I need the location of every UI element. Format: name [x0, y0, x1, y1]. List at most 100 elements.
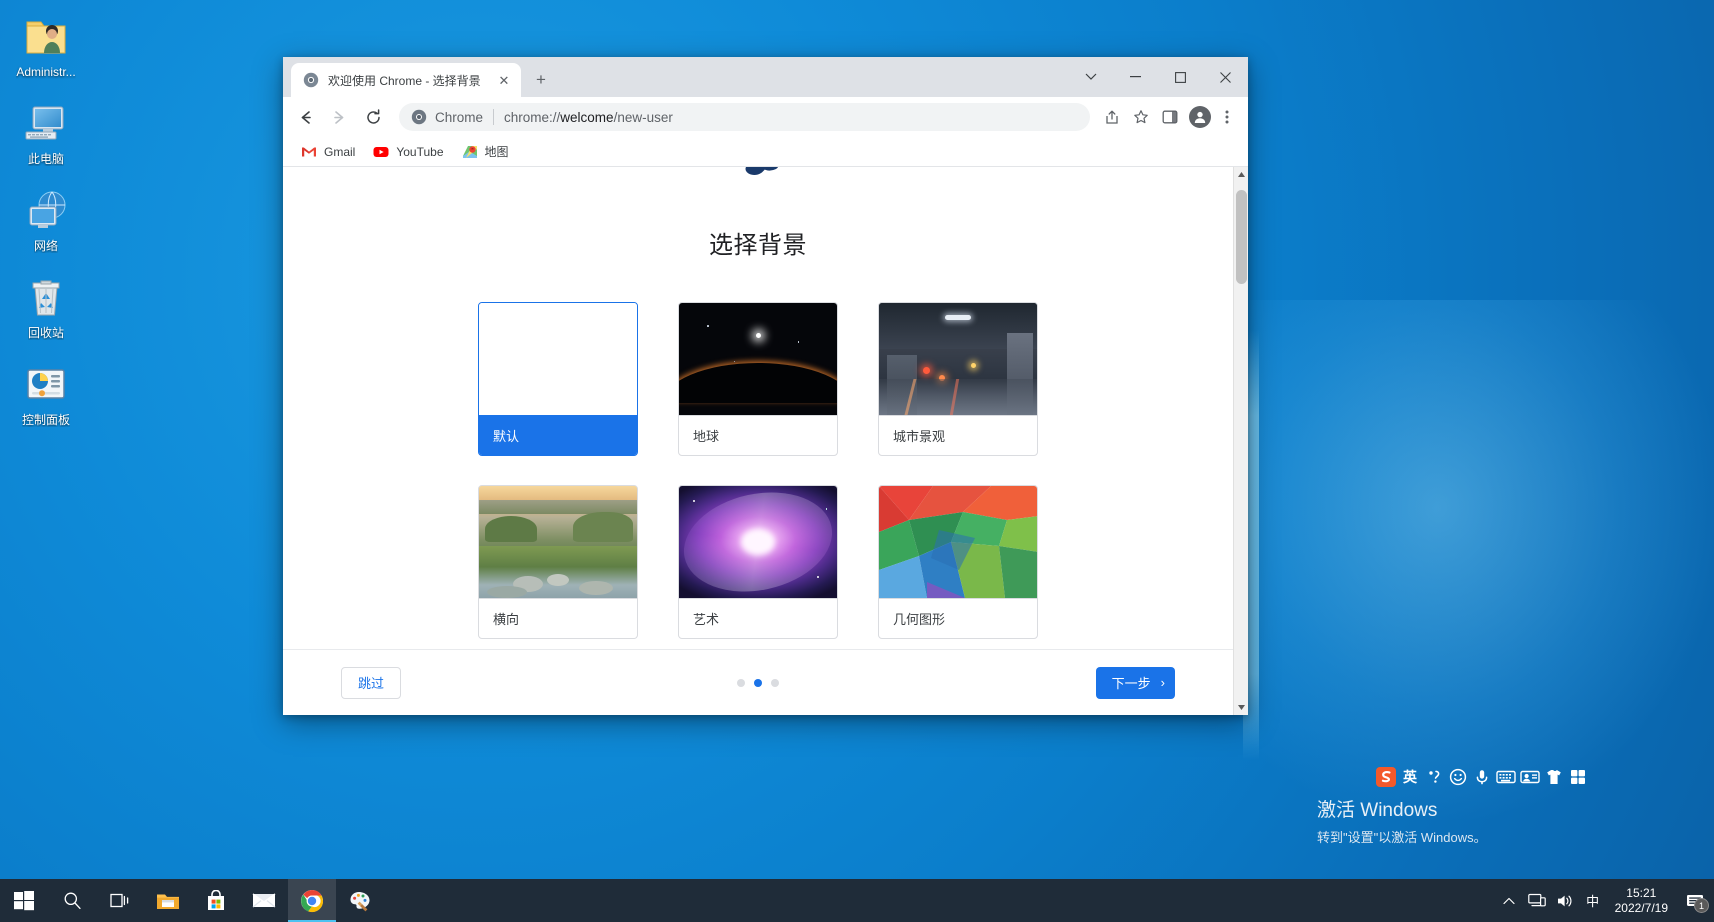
taskbar-item-chrome[interactable] [288, 879, 336, 922]
mail-icon[interactable] [240, 879, 288, 922]
bookmark-maps[interactable]: 地图 [454, 140, 517, 163]
background-thumbnail-geometric [879, 486, 1037, 598]
new-tab-button[interactable]: + [527, 66, 555, 94]
background-card-default[interactable]: 默认 [478, 302, 638, 456]
emoji-icon[interactable] [1447, 766, 1469, 788]
task-view-icon[interactable] [96, 879, 144, 922]
forward-button[interactable] [325, 103, 353, 131]
omnibox-url-text: chrome://welcome/new-user [504, 109, 673, 125]
welcome-page-content: 选择背景 默认 地球 城市景观 横向 艺术 几何图形 跳过 下一步 › [283, 167, 1233, 715]
next-button-label: 下一步 [1111, 676, 1151, 691]
step-dot-2[interactable] [754, 678, 762, 687]
skip-button[interactable]: 跳过 [341, 666, 402, 699]
english-mode-icon[interactable]: 英 [1399, 766, 1421, 788]
desktop-icon-label: 回收站 [27, 326, 64, 340]
file-explorer-icon[interactable] [144, 879, 192, 922]
ime-tray-indicator[interactable]: 中 [1579, 879, 1607, 922]
background-card-landscape[interactable]: 横向 [478, 485, 638, 639]
browser-toolbar: Chrome chrome://welcome/new-user [283, 97, 1248, 137]
step-dot-1[interactable] [737, 678, 745, 687]
reload-button[interactable] [359, 103, 387, 131]
minimize-button[interactable] [1113, 61, 1158, 93]
background-card-earth[interactable]: 地球 [678, 302, 838, 456]
page-viewport: 选择背景 默认 地球 城市景观 横向 艺术 几何图形 跳过 下一步 › [283, 167, 1248, 715]
show-hidden-icons-button[interactable] [1495, 879, 1523, 922]
tab-search-icon[interactable] [1068, 61, 1113, 93]
windows-taskbar: 中 15:21 2022/7/19 1 [0, 879, 1714, 922]
desktop-glow [1250, 300, 1714, 820]
bookmark-gmail[interactable]: Gmail [293, 141, 363, 163]
user-dictionary-icon[interactable] [1519, 766, 1541, 788]
browser-tab[interactable]: 欢迎使用 Chrome - 选择背景 ✕ [291, 63, 521, 97]
scroll-up-arrow-icon[interactable] [1234, 167, 1249, 182]
notification-badge: 1 [1694, 898, 1709, 913]
next-button[interactable]: 下一步 › [1095, 666, 1175, 699]
desktop-icon-label: 此电脑 [27, 152, 64, 166]
background-card-geometric[interactable]: 几何图形 [878, 485, 1038, 639]
bookmark-youtube[interactable]: YouTube [365, 141, 451, 163]
desktop-icon-recycle-bin[interactable]: 回收站 [0, 267, 92, 344]
side-panel-icon[interactable] [1157, 104, 1183, 130]
gmail-icon [301, 144, 317, 160]
profile-avatar-icon[interactable] [1189, 106, 1211, 128]
watermark-title: 激活 Windows [1317, 800, 1438, 821]
omnibox-chrome-label: Chrome [435, 109, 484, 125]
desktop-icon-administrator[interactable]: Administr... [0, 6, 92, 83]
background-card-cityscape[interactable]: 城市景观 [878, 302, 1038, 456]
scrollbar-track[interactable] [1234, 182, 1249, 700]
share-icon[interactable] [1099, 104, 1125, 130]
taskbar-clock[interactable]: 15:21 2022/7/19 [1607, 879, 1680, 922]
maximize-button[interactable] [1158, 61, 1203, 93]
clock-date: 2022/7/19 [1614, 900, 1668, 915]
desktop-icon-control-panel[interactable]: 控制面板 [0, 354, 92, 431]
sogou-logo-icon[interactable] [1375, 766, 1397, 788]
soft-keyboard-icon[interactable] [1495, 766, 1517, 788]
search-icon[interactable] [48, 879, 96, 922]
desktop-icon-network[interactable]: 网络 [0, 180, 92, 257]
desktop-icon-this-pc[interactable]: 此电脑 [0, 93, 92, 170]
desktop-icon-label: 网络 [33, 239, 58, 253]
hero-graphic-clip [283, 167, 1233, 193]
google-maps-icon [462, 144, 478, 160]
desktop-icon-list: Administr... 此电脑 网络 回收站 控制面板 [0, 6, 92, 441]
watermark-subtitle: 转到"设置"以激活 Windows。 [1317, 830, 1487, 845]
omnibox-divider [493, 109, 495, 125]
background-thumbnail-art [679, 486, 837, 598]
network-icon [22, 186, 70, 234]
control-panel-icon [22, 360, 70, 408]
three-dot-menu-icon[interactable] [1214, 104, 1240, 130]
user-folder-icon [22, 12, 70, 60]
network-tray-icon[interactable] [1523, 879, 1551, 922]
page-scrollbar[interactable] [1233, 167, 1248, 715]
scroll-down-arrow-icon[interactable] [1234, 700, 1249, 715]
voice-input-icon[interactable] [1471, 766, 1493, 788]
address-bar[interactable]: Chrome chrome://welcome/new-user [399, 103, 1090, 131]
paint-3d-icon[interactable] [336, 879, 384, 922]
recycle-bin-icon [22, 273, 70, 321]
start-button[interactable] [0, 879, 48, 922]
close-icon[interactable]: ✕ [495, 71, 513, 89]
notification-center-button[interactable]: 1 [1680, 879, 1710, 922]
skin-icon[interactable] [1543, 766, 1565, 788]
ime-tray-label: 中 [1586, 894, 1600, 909]
step-dot-3[interactable] [771, 678, 779, 687]
punctuation-icon[interactable] [1423, 766, 1445, 788]
close-button[interactable] [1203, 61, 1248, 93]
bookmark-label: 地图 [484, 145, 509, 159]
toolbox-icon[interactable] [1567, 766, 1589, 788]
this-pc-icon [22, 99, 70, 147]
step-indicator-dots [283, 678, 1233, 687]
scrollbar-thumb[interactable] [1235, 190, 1247, 284]
tab-strip: 欢迎使用 Chrome - 选择背景 ✕ + [283, 57, 1248, 97]
background-card-art[interactable]: 艺术 [678, 485, 838, 639]
background-label: 默认 [479, 415, 637, 455]
background-thumbnail-cityscape [879, 303, 1037, 415]
star-icon[interactable] [1128, 104, 1154, 130]
background-label: 地球 [679, 415, 837, 455]
microsoft-store-icon[interactable] [192, 879, 240, 922]
back-button[interactable] [291, 103, 319, 131]
volume-icon[interactable] [1551, 879, 1579, 922]
bookmark-label: Gmail [324, 144, 356, 159]
chrome-browser-window: 欢迎使用 Chrome - 选择背景 ✕ + Chrome chrome://w… [283, 57, 1248, 715]
page-footer-bar: 跳过 下一步 › [283, 649, 1233, 715]
